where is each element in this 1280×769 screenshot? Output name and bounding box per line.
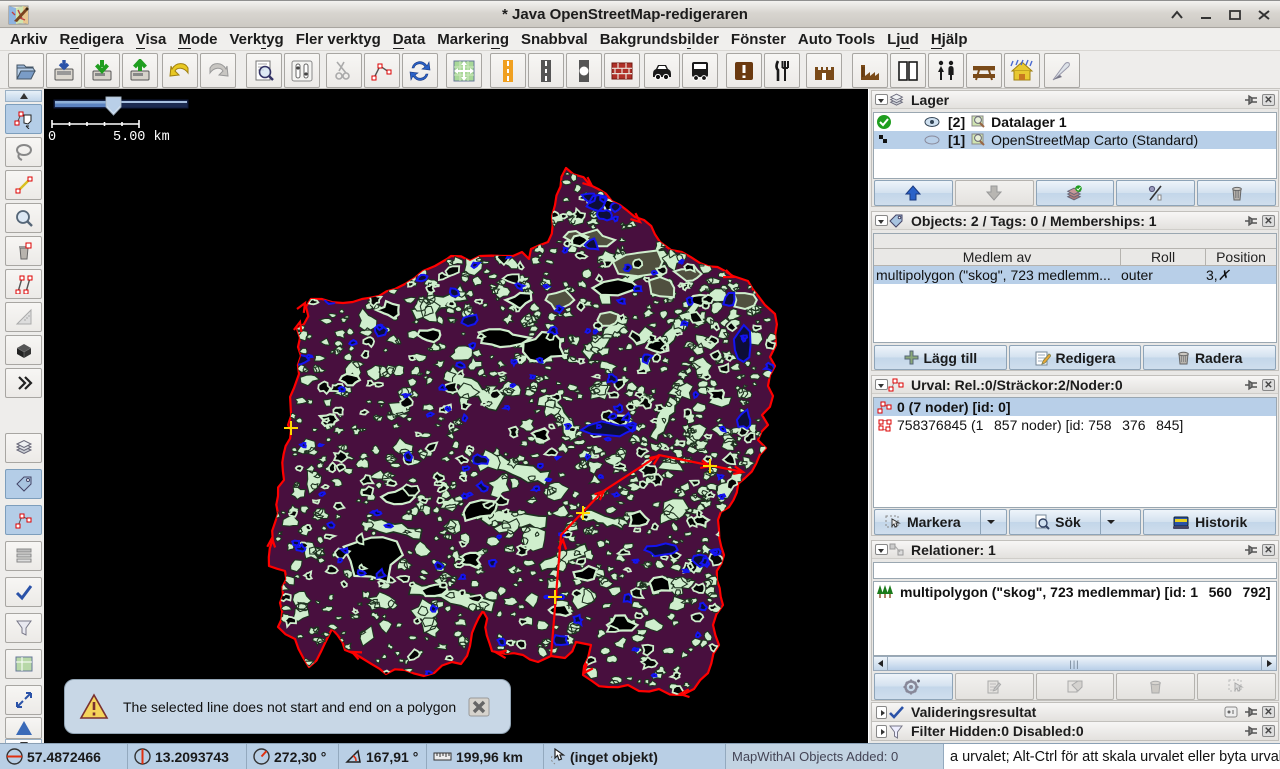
svg-text:5.00 km: 5.00 km [113,130,170,145]
svg-text:0: 0 [48,130,56,145]
